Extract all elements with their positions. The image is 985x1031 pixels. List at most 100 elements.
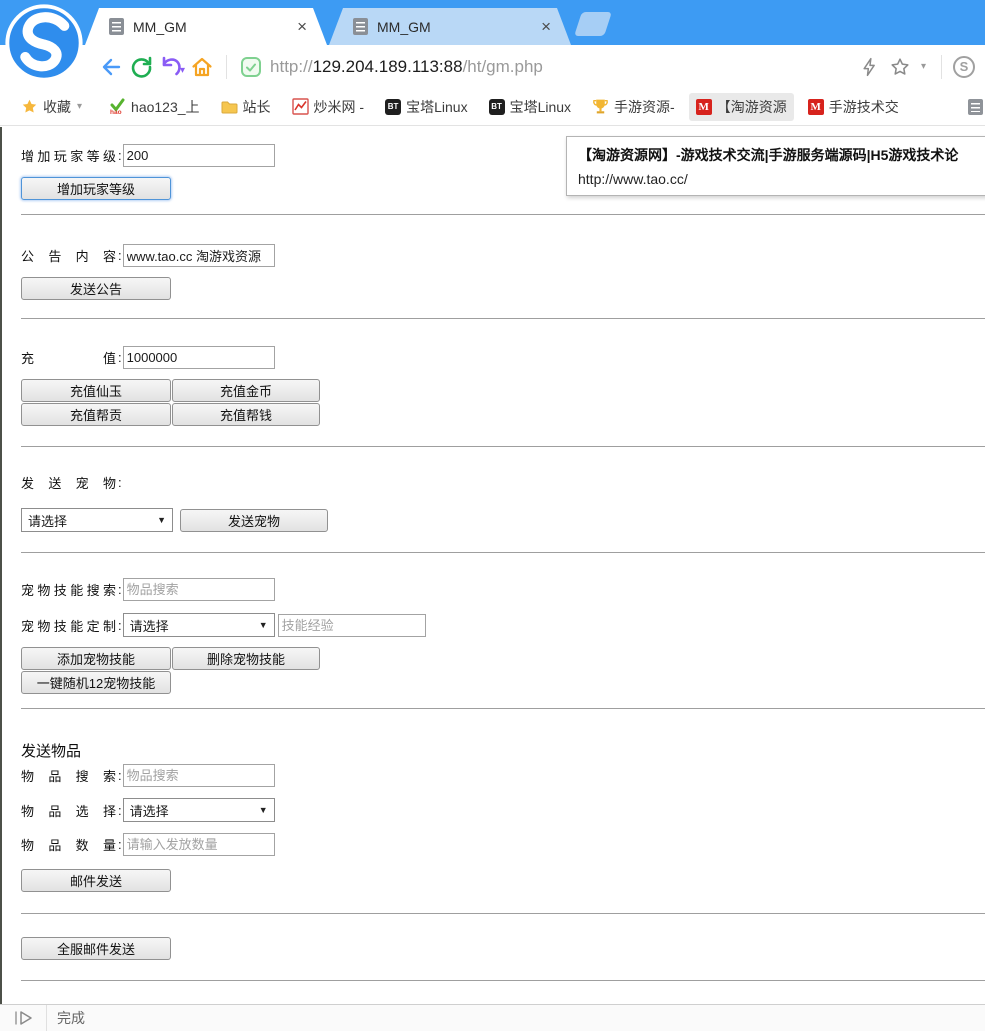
pet-skill-search-input[interactable] (123, 578, 275, 601)
url-path: /ht/gm.php (463, 57, 543, 76)
sogou-account-icon[interactable]: S (953, 56, 975, 78)
toolbar-divider (226, 55, 227, 79)
bookmark-list-icon[interactable] (968, 99, 983, 115)
item-search-input[interactable] (123, 764, 275, 787)
bookmark-taoyou-ziyuan[interactable]: M 【淘游资源 (689, 93, 794, 121)
bookmark-label: 【淘游资源 (717, 97, 787, 117)
m-site-icon: M (808, 99, 824, 115)
status-text: 完成 (57, 1008, 85, 1028)
bookmark-zhanzhang[interactable]: 站长 (214, 93, 278, 121)
section-divider (21, 446, 985, 447)
bookmark-bt-linux-1[interactable]: BT 宝塔Linux (378, 93, 474, 121)
favorites-caret: ▾ (77, 101, 82, 112)
pet-select[interactable]: 请选择 ▼ (21, 508, 173, 532)
toolbar-divider (941, 55, 942, 79)
mail-send-button[interactable]: 邮件发送 (21, 869, 171, 892)
send-pet-label: 发送宠物 (21, 473, 116, 492)
bookmark-label: 手游技术交 (829, 97, 899, 117)
star-dropdown-caret[interactable]: ▾ (921, 61, 926, 72)
add-level-button[interactable]: 增加玩家等级 (21, 177, 171, 200)
bookmark-chaomi[interactable]: 炒米网 - (285, 93, 372, 121)
add-level-input[interactable] (123, 144, 275, 167)
home-icon (190, 55, 214, 79)
svg-text:hao: hao (110, 109, 122, 115)
section-divider (21, 708, 985, 709)
m-site-icon: M (696, 99, 712, 115)
home-button[interactable] (187, 52, 217, 82)
tab-title: MM_GM (377, 19, 541, 35)
skill-exp-input[interactable] (278, 614, 426, 637)
delete-pet-skill-button[interactable]: 删除宠物技能 (172, 647, 320, 670)
sogou-logo[interactable] (5, 4, 83, 82)
send-pet-controls: 请选择 ▼ 发送宠物 (21, 508, 985, 532)
send-item-heading: 发送物品 (21, 740, 985, 761)
bookmark-shouyou-jishu[interactable]: M 手游技术交 (801, 93, 906, 121)
pet-skill-search-label: 宠物技能搜索 (21, 580, 116, 599)
bt-panel-icon: BT (385, 99, 401, 115)
undo-dropdown-caret[interactable]: ▾ (180, 65, 185, 76)
random-12-pet-skill-button[interactable]: 一键随机12宠物技能 (21, 671, 171, 694)
bookmark-label: 手游资源- (614, 97, 675, 117)
hao123-icon: hao (109, 98, 126, 115)
refresh-icon (129, 55, 153, 79)
bookmark-shouyou-ziyuan[interactable]: 手游资源- (585, 93, 682, 121)
item-qty-input[interactable] (123, 833, 275, 856)
recharge-input[interactable] (123, 346, 275, 369)
announce-input[interactable] (123, 244, 275, 267)
recharge-row: 充值 : (21, 346, 985, 369)
back-button[interactable] (96, 52, 126, 82)
recharge-label: 充值 (21, 348, 116, 367)
recharge-banggong-button[interactable]: 充值帮贡 (21, 403, 171, 426)
colon: : (118, 148, 122, 163)
item-qty-row: 物品数量 : (21, 833, 985, 856)
chevron-down-icon: ▼ (259, 620, 268, 630)
recharge-gold-button[interactable]: 充值金币 (172, 379, 320, 402)
tab-inactive[interactable]: MM_GM × (329, 8, 571, 45)
chevron-down-icon: ▼ (259, 805, 268, 815)
status-bar: 完成 (0, 1004, 985, 1031)
address-bar[interactable]: http://129.204.189.113:88/ht/gm.php (270, 57, 543, 77)
pet-skill-custom-label: 宠物技能定制 (21, 616, 116, 635)
pet-skill-search-row: 宠物技能搜索 : (21, 578, 985, 601)
new-tab-button[interactable] (574, 12, 612, 36)
navigation-toolbar: ▾ http://129.204.189.113:88/ht/gm.php (0, 45, 985, 88)
bookmark-label: 收藏 (43, 97, 71, 117)
tooltip-title: 【淘游资源网】-游戏技术交流|手游服务端源码|H5游戏技术论 (578, 145, 985, 165)
browser-window: MM_GM × MM_GM × (0, 0, 985, 1031)
recharge-bangqian-button[interactable]: 充值帮钱 (172, 403, 320, 426)
all-server-mail-button[interactable]: 全服邮件发送 (21, 937, 171, 960)
section-divider (21, 980, 985, 981)
close-tab-icon[interactable]: × (541, 18, 551, 35)
add-pet-skill-button[interactable]: 添加宠物技能 (21, 647, 171, 670)
add-level-label: 增加玩家等级 (21, 146, 116, 165)
item-select-label: 物品选择 (21, 801, 116, 820)
bookmark-favorites[interactable]: 收藏 ▾ (14, 93, 95, 121)
section-divider (21, 552, 985, 553)
bookmark-label: 站长 (243, 97, 271, 117)
item-select-value: 请选择 (130, 801, 169, 820)
security-shield-icon[interactable] (236, 52, 266, 82)
refresh-button[interactable] (126, 52, 156, 82)
page-document-icon (109, 18, 124, 35)
bookmark-hao123[interactable]: hao hao123_上 (102, 93, 207, 121)
colon: : (118, 350, 122, 365)
favorite-star-button[interactable] (885, 52, 915, 82)
page-load-icon[interactable] (12, 1010, 38, 1026)
send-announce-button[interactable]: 发送公告 (21, 277, 171, 300)
bookmark-tooltip: 【淘游资源网】-游戏技术交流|手游服务端源码|H5游戏技术论 http://ww… (566, 136, 985, 196)
lightning-button[interactable] (855, 52, 885, 82)
send-pet-button[interactable]: 发送宠物 (180, 509, 328, 532)
colon: : (118, 618, 122, 633)
pet-skill-select[interactable]: 请选择 ▼ (123, 613, 275, 637)
back-arrow-icon (99, 55, 123, 79)
item-search-row: 物品搜索 : (21, 764, 985, 787)
tab-active[interactable]: MM_GM × (85, 8, 327, 45)
close-tab-icon[interactable]: × (297, 18, 307, 35)
bookmark-bt-linux-2[interactable]: BT 宝塔Linux (482, 93, 578, 121)
item-search-label: 物品搜索 (21, 766, 116, 785)
colon: : (118, 475, 122, 490)
item-select[interactable]: 请选择 ▼ (123, 798, 275, 822)
url-host: 129.204.189.113:88 (313, 57, 463, 76)
pet-skill-custom-row: 宠物技能定制 : 请选择 ▼ (21, 613, 985, 637)
recharge-xianyu-button[interactable]: 充值仙玉 (21, 379, 171, 402)
